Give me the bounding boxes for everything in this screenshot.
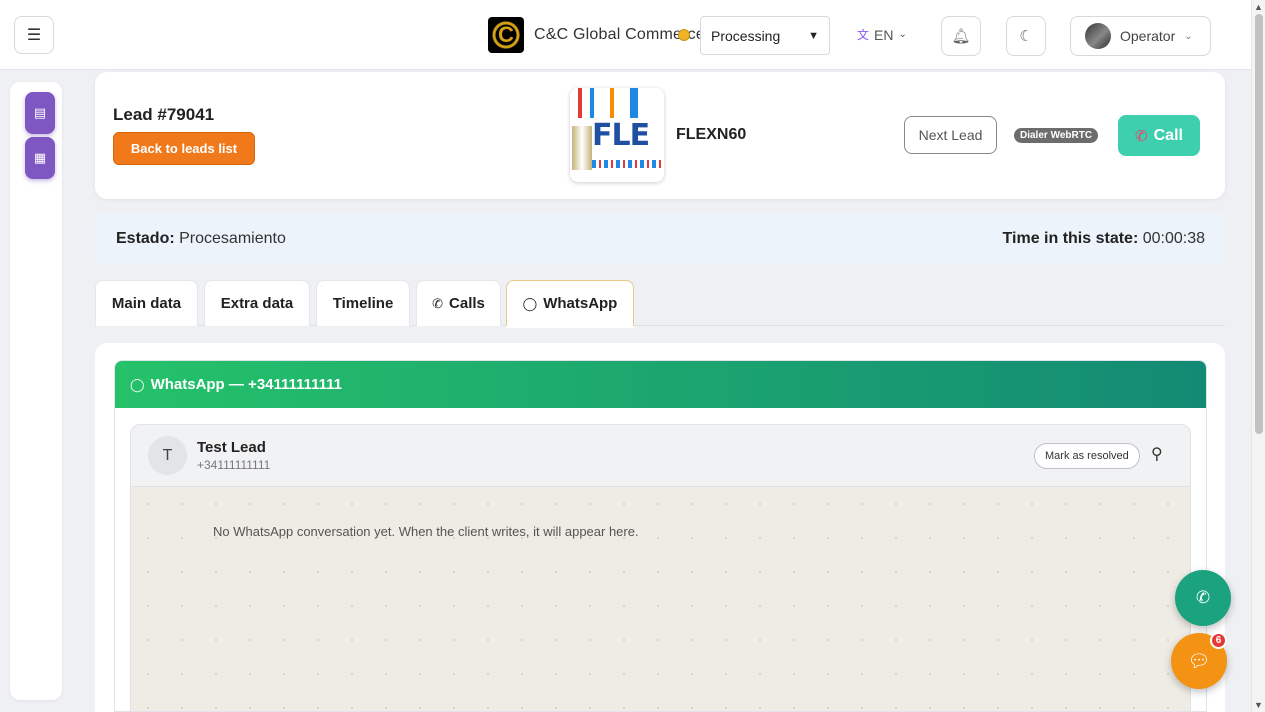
whatsapp-icon: ◯ [130,376,145,392]
language-selector[interactable]: 文 EN ⌄ [857,26,907,43]
chevron-down-icon: ⌄ [1184,30,1193,42]
chat-header: T Test Lead +34111111111 Mark as resolve… [131,425,1190,487]
product-image-pattern [570,88,664,118]
next-lead-button[interactable]: Next Lead [904,116,997,154]
estado: Estado: Procesamiento [116,230,286,248]
lead-tabs: Main data Extra data Timeline ✆ Calls ◯ … [95,280,1225,326]
user-menu-button[interactable]: Operator ⌄ [1070,16,1211,56]
contact-phone: +34111111111 [197,458,271,472]
tab-label: WhatsApp [543,295,618,312]
sidebar-item-cart[interactable]: ▦ [25,137,55,179]
product-name: FLEXN60 [676,126,747,143]
avatar [1085,23,1111,49]
hamburger-icon: ☰ [26,27,42,44]
notifications-button[interactable]: 🔔︎ [941,16,981,56]
chevron-down-icon: ⌄ [898,29,907,40]
tab-label: Extra data [220,295,294,312]
dark-mode-button[interactable]: ☾ [1006,16,1046,56]
estado-label: Estado: [116,230,175,247]
tab-content: ◯ WhatsApp — +34111111111 T Test Lead +3… [95,343,1225,712]
tab-whatsapp[interactable]: ◯ WhatsApp [506,280,634,326]
floating-call-button[interactable]: ✆ [1175,570,1231,626]
tab-label: Calls [449,295,485,312]
chat-window: T Test Lead +34111111111 Mark as resolve… [130,424,1191,711]
list-icon: ▤ [33,105,47,120]
search-icon[interactable]: ⚲ [1151,444,1163,464]
product-image-stripe [592,160,662,168]
scroll-thumb[interactable] [1255,14,1263,434]
user-name: Operator [1120,28,1176,44]
chat-messages-area: No WhatsApp conversation yet. When the c… [131,487,1190,711]
time-in-state: Time in this state: 00:00:38 [1003,230,1205,248]
estado-value: Procesamiento [179,230,286,247]
time-in-state-label: Time in this state: [1002,230,1139,247]
cart-icon: ▦ [33,150,47,165]
sidebar: ▤ ▦ [10,82,62,700]
tab-calls[interactable]: ✆ Calls [416,280,501,326]
product-image: FLE [570,88,664,182]
call-button[interactable]: ✆ Call [1118,115,1200,156]
product-image-pillar [572,126,592,170]
mark-as-resolved-button[interactable]: Mark as resolved [1034,443,1140,469]
sidebar-item-list[interactable]: ▤ [25,92,55,134]
empty-conversation-message: No WhatsApp conversation yet. When the c… [213,524,639,539]
whatsapp-icon: ◯ [522,295,538,311]
dialer-badge: Dialer WebRTC [1014,128,1099,143]
brand-logo-letter: C [498,22,514,47]
lead-header-card: Lead #79041 Back to leads list FLE FLEXN… [95,72,1225,199]
brand-logo: C [488,17,524,53]
scroll-down-arrow-icon[interactable]: ▼ [1254,700,1263,710]
translate-icon: 文 [857,28,870,42]
chat-notification-badge: 6 [1210,632,1227,649]
avatar: T [148,436,187,475]
scroll-up-arrow-icon[interactable]: ▲ [1254,2,1263,12]
page-scrollbar[interactable]: ▲ ▼ [1251,0,1265,712]
lead-id: Lead #79041 [113,105,215,124]
bell-icon: 🔔︎ [951,28,971,45]
back-to-leads-button[interactable]: Back to leads list [113,132,255,165]
product-logo-text: FLE [592,118,650,153]
chevron-down-icon: ▼ [808,29,819,42]
state-bar: Estado: Procesamiento Time in this state… [95,213,1225,264]
whatsapp-panel-header: ◯ WhatsApp — +34111111111 [115,361,1206,408]
language-label: EN [874,26,894,43]
contact-name: Test Lead [197,439,266,456]
whatsapp-panel-title: WhatsApp — +34111111111 [150,376,342,393]
status-select-value: Processing [711,27,781,44]
phone-icon: ✆ [432,295,444,311]
tab-main-data[interactable]: Main data [95,280,198,326]
time-in-state-value: 00:00:38 [1142,230,1205,247]
whatsapp-panel: ◯ WhatsApp — +34111111111 T Test Lead +3… [114,360,1207,712]
moon-icon: ☾ [1019,28,1033,45]
call-button-label: Call [1153,126,1183,144]
phone-icon: ✆ [1195,588,1211,607]
tab-label: Timeline [332,295,394,312]
tab-timeline[interactable]: Timeline [316,280,410,326]
status-indicator-icon [678,29,690,41]
phone-icon: ✆ [1135,127,1148,145]
top-bar: ☰ C C&C Global Commerce FZ LLC Processin… [0,0,1251,70]
tab-extra-data[interactable]: Extra data [204,280,310,326]
status-select[interactable]: Processing ▼ [700,16,830,55]
menu-toggle-button[interactable]: ☰ [14,16,54,54]
chat-bubble-icon: 💬︎ [1187,650,1211,671]
tab-label: Main data [111,295,182,312]
